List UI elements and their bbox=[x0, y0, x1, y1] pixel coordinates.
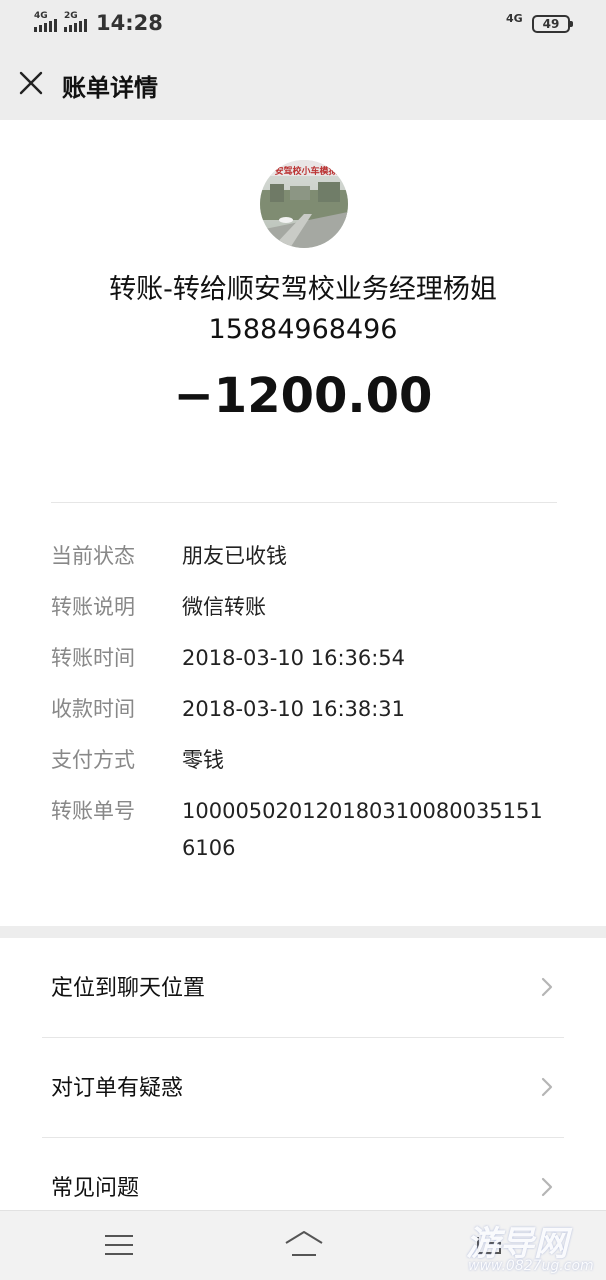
detail-row-status: 当前状态 朋友已收钱 bbox=[51, 538, 561, 575]
detail-row-receive-time: 收款时间 2018-03-10 16:38:31 bbox=[51, 691, 561, 728]
action-label: 常见问题 bbox=[51, 1176, 140, 1201]
chevron-right-icon bbox=[541, 977, 553, 997]
detail-list: 当前状态 朋友已收钱 转账说明 微信转账 转账时间 2018-03-10 16:… bbox=[51, 538, 561, 881]
detail-row-note: 转账说明 微信转账 bbox=[51, 589, 561, 626]
detail-label: 支付方式 bbox=[51, 748, 135, 772]
network-indicator: 4G bbox=[506, 12, 523, 25]
title-bar: 账单详情 bbox=[0, 48, 606, 120]
detail-label: 当前状态 bbox=[51, 544, 135, 568]
action-label: 定位到聊天位置 bbox=[51, 976, 206, 1001]
locate-chat-button[interactable]: 定位到聊天位置 bbox=[0, 938, 606, 1038]
detail-value: 微信转账 bbox=[182, 595, 266, 619]
chevron-right-icon bbox=[541, 1077, 553, 1097]
page-title: 账单详情 bbox=[62, 74, 158, 102]
watermark-url: www.0827ug.com bbox=[468, 1258, 594, 1274]
chevron-right-icon bbox=[541, 1177, 553, 1197]
bill-detail-card: 安驾校小车模拟 转账-转给顺安驾校业务经理杨姐 15884968496 −120… bbox=[0, 120, 606, 926]
menu-icon[interactable] bbox=[104, 1233, 134, 1257]
detail-value: 2018-03-10 16:38:31 bbox=[182, 697, 406, 721]
detail-label: 转账单号 bbox=[51, 799, 135, 823]
status-bar: 4G 2G 14:28 4G 49 bbox=[0, 0, 606, 48]
watermark: 游导网 www.0827ug.com bbox=[458, 1214, 606, 1280]
detail-row-order-number: 转账单号 100005020120180310080035151 6106 bbox=[51, 793, 561, 867]
detail-value: 零钱 bbox=[182, 748, 224, 772]
detail-value: 朋友已收钱 bbox=[182, 544, 287, 568]
signal-type-label-2: 2G bbox=[64, 11, 78, 21]
detail-label: 转账说明 bbox=[51, 595, 135, 619]
status-time: 14:28 bbox=[96, 11, 163, 35]
action-list: 定位到聊天位置 对订单有疑惑 常见问题 bbox=[0, 938, 606, 1210]
close-icon[interactable] bbox=[18, 70, 44, 96]
detail-value: 2018-03-10 16:36:54 bbox=[182, 646, 406, 670]
detail-row-payment-method: 支付方式 零钱 bbox=[51, 742, 561, 779]
signal-strength-icon-2: 2G bbox=[64, 11, 87, 32]
transaction-amount: −1200.00 bbox=[173, 368, 433, 424]
detail-label: 转账时间 bbox=[51, 646, 135, 670]
detail-label: 收款时间 bbox=[51, 697, 135, 721]
avatar-caption: 安驾校小车模拟 bbox=[274, 167, 338, 177]
signal-strength-icon: 4G bbox=[34, 11, 57, 32]
faq-button[interactable]: 常见问题 bbox=[0, 1138, 606, 1210]
action-label: 对订单有疑惑 bbox=[51, 1076, 184, 1101]
payee-name: 转账-转给顺安驾校业务经理杨姐 bbox=[109, 274, 497, 305]
home-icon[interactable] bbox=[284, 1229, 324, 1259]
battery-icon: 49 bbox=[532, 15, 573, 33]
avatar[interactable]: 安驾校小车模拟 bbox=[260, 160, 348, 248]
payee-info: 转账-转给顺安驾校业务经理杨姐 15884968496 bbox=[60, 270, 546, 350]
divider bbox=[51, 502, 557, 503]
payee-phone: 15884968496 bbox=[208, 314, 398, 345]
signal-type-label: 4G bbox=[34, 11, 48, 21]
order-question-button[interactable]: 对订单有疑惑 bbox=[0, 1038, 606, 1138]
detail-value: 100005020120180310080035151 6106 bbox=[182, 799, 543, 860]
detail-row-transfer-time: 转账时间 2018-03-10 16:36:54 bbox=[51, 640, 561, 677]
